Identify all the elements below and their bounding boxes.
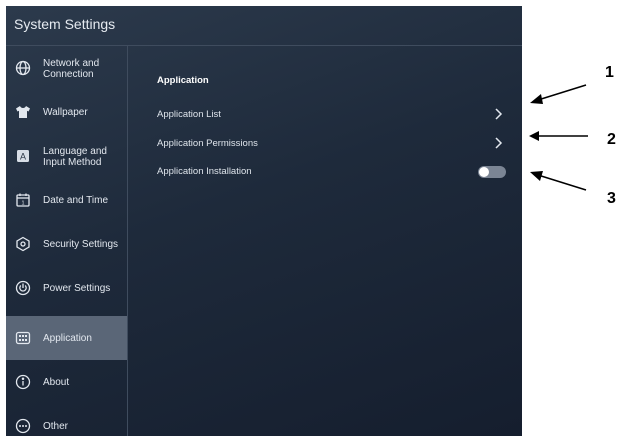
settings-screen: System Settings Network and Connection W… [6, 6, 522, 436]
callout-number-1: 1 [605, 64, 614, 81]
callout-arrow-3 [537, 174, 587, 191]
row-label: Application Permissions [157, 138, 258, 149]
sidebar-item-label: Date and Time [43, 195, 109, 206]
section-title: Application [157, 75, 209, 86]
sidebar-item-wallpaper[interactable]: Wallpaper [6, 90, 127, 134]
sidebar-item-label: Power Settings [43, 283, 111, 294]
shield-hexagon-icon [15, 236, 31, 252]
sidebar-item-power[interactable]: Power Settings [6, 266, 127, 310]
application-installation-toggle[interactable] [478, 166, 506, 178]
sidebar-item-label: Application [43, 333, 92, 344]
svg-text:1: 1 [21, 201, 24, 207]
sidebar: Network and Connection Wallpaper A Langu… [6, 46, 128, 436]
callout-number-3: 3 [607, 190, 616, 207]
application-installation-row: Application Installation [157, 162, 507, 182]
row-label: Application Installation [157, 166, 252, 177]
chevron-right-icon [493, 107, 503, 121]
window-title: System Settings [14, 16, 116, 32]
sidebar-item-language[interactable]: A Language and Input Method [6, 134, 127, 178]
callout-arrow-1 [537, 84, 587, 101]
title-bar: System Settings [6, 6, 522, 46]
chevron-right-icon [493, 136, 503, 150]
application-permissions-row[interactable]: Application Permissions [157, 134, 507, 154]
sidebar-item-label: Network and Connection [43, 58, 100, 80]
sidebar-item-label: Security Settings [43, 239, 119, 250]
info-icon [15, 374, 31, 390]
power-icon [15, 280, 31, 296]
sidebar-item-label: Language and Input Method [43, 146, 107, 168]
main-panel: Application Application List Application… [128, 46, 522, 436]
sidebar-item-application[interactable]: Application [6, 316, 127, 360]
callout-number-2: 2 [607, 131, 616, 148]
apps-grid-icon [15, 330, 31, 346]
toggle-knob [479, 167, 489, 177]
sidebar-item-label: Wallpaper [43, 107, 88, 118]
sidebar-item-other[interactable]: Other [6, 404, 127, 436]
sidebar-item-date-time[interactable]: 1 Date and Time [6, 178, 127, 222]
globe-icon [15, 60, 31, 76]
keyboard-a-icon: A [15, 148, 31, 164]
sidebar-item-security[interactable]: Security Settings [6, 222, 127, 266]
sidebar-item-about[interactable]: About [6, 360, 127, 404]
sidebar-item-label: About [43, 377, 70, 388]
sidebar-item-network[interactable]: Network and Connection [6, 46, 127, 90]
shirt-icon [15, 104, 31, 120]
row-label: Application List [157, 109, 221, 120]
calendar-icon: 1 [15, 192, 31, 208]
svg-text:A: A [20, 152, 26, 162]
sidebar-item-label: Other [43, 421, 69, 432]
more-dots-icon [15, 418, 31, 434]
application-list-row[interactable]: Application List [157, 105, 507, 125]
